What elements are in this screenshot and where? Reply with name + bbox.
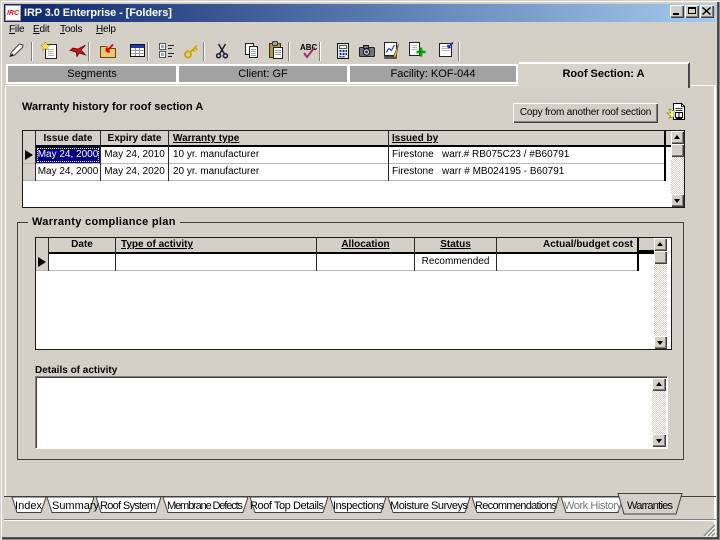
svg-text:Warranties: Warranties bbox=[627, 500, 674, 512]
svg-text:Summary: Summary bbox=[52, 500, 100, 512]
svg-text:Membrane Defects: Membrane Defects bbox=[167, 500, 244, 512]
svg-text:ABC: ABC bbox=[300, 43, 318, 52]
svg-text:Moisture Surveys: Moisture Surveys bbox=[390, 500, 469, 512]
svg-text:Work History: Work History bbox=[564, 500, 623, 512]
svg-text:Inspections: Inspections bbox=[333, 500, 385, 512]
svg-text:Recommendations: Recommendations bbox=[475, 500, 558, 512]
svg-text:Roof System: Roof System bbox=[100, 500, 156, 512]
svg-text:Roof Top Details: Roof Top Details bbox=[250, 500, 325, 512]
svg-text:Index: Index bbox=[15, 500, 43, 512]
